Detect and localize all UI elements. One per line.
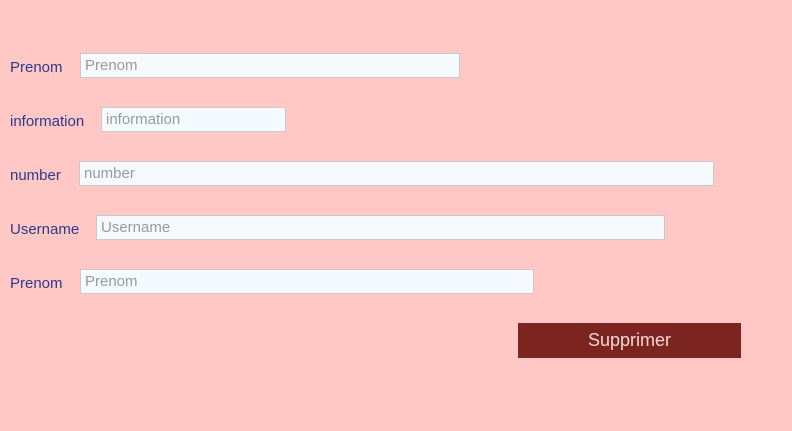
information-input[interactable] xyxy=(101,107,286,132)
username-input[interactable] xyxy=(96,215,665,240)
prenom-input[interactable] xyxy=(80,53,460,78)
information-label: information xyxy=(10,113,85,130)
supprimer-button[interactable]: Supprimer xyxy=(518,323,741,358)
prenom-input-2[interactable] xyxy=(80,269,534,294)
number-label: number xyxy=(10,167,61,184)
username-label: Username xyxy=(10,221,80,238)
number-input[interactable] xyxy=(79,161,714,186)
prenom-label: Prenom xyxy=(10,59,63,76)
prenom-label-2: Prenom xyxy=(10,275,63,292)
